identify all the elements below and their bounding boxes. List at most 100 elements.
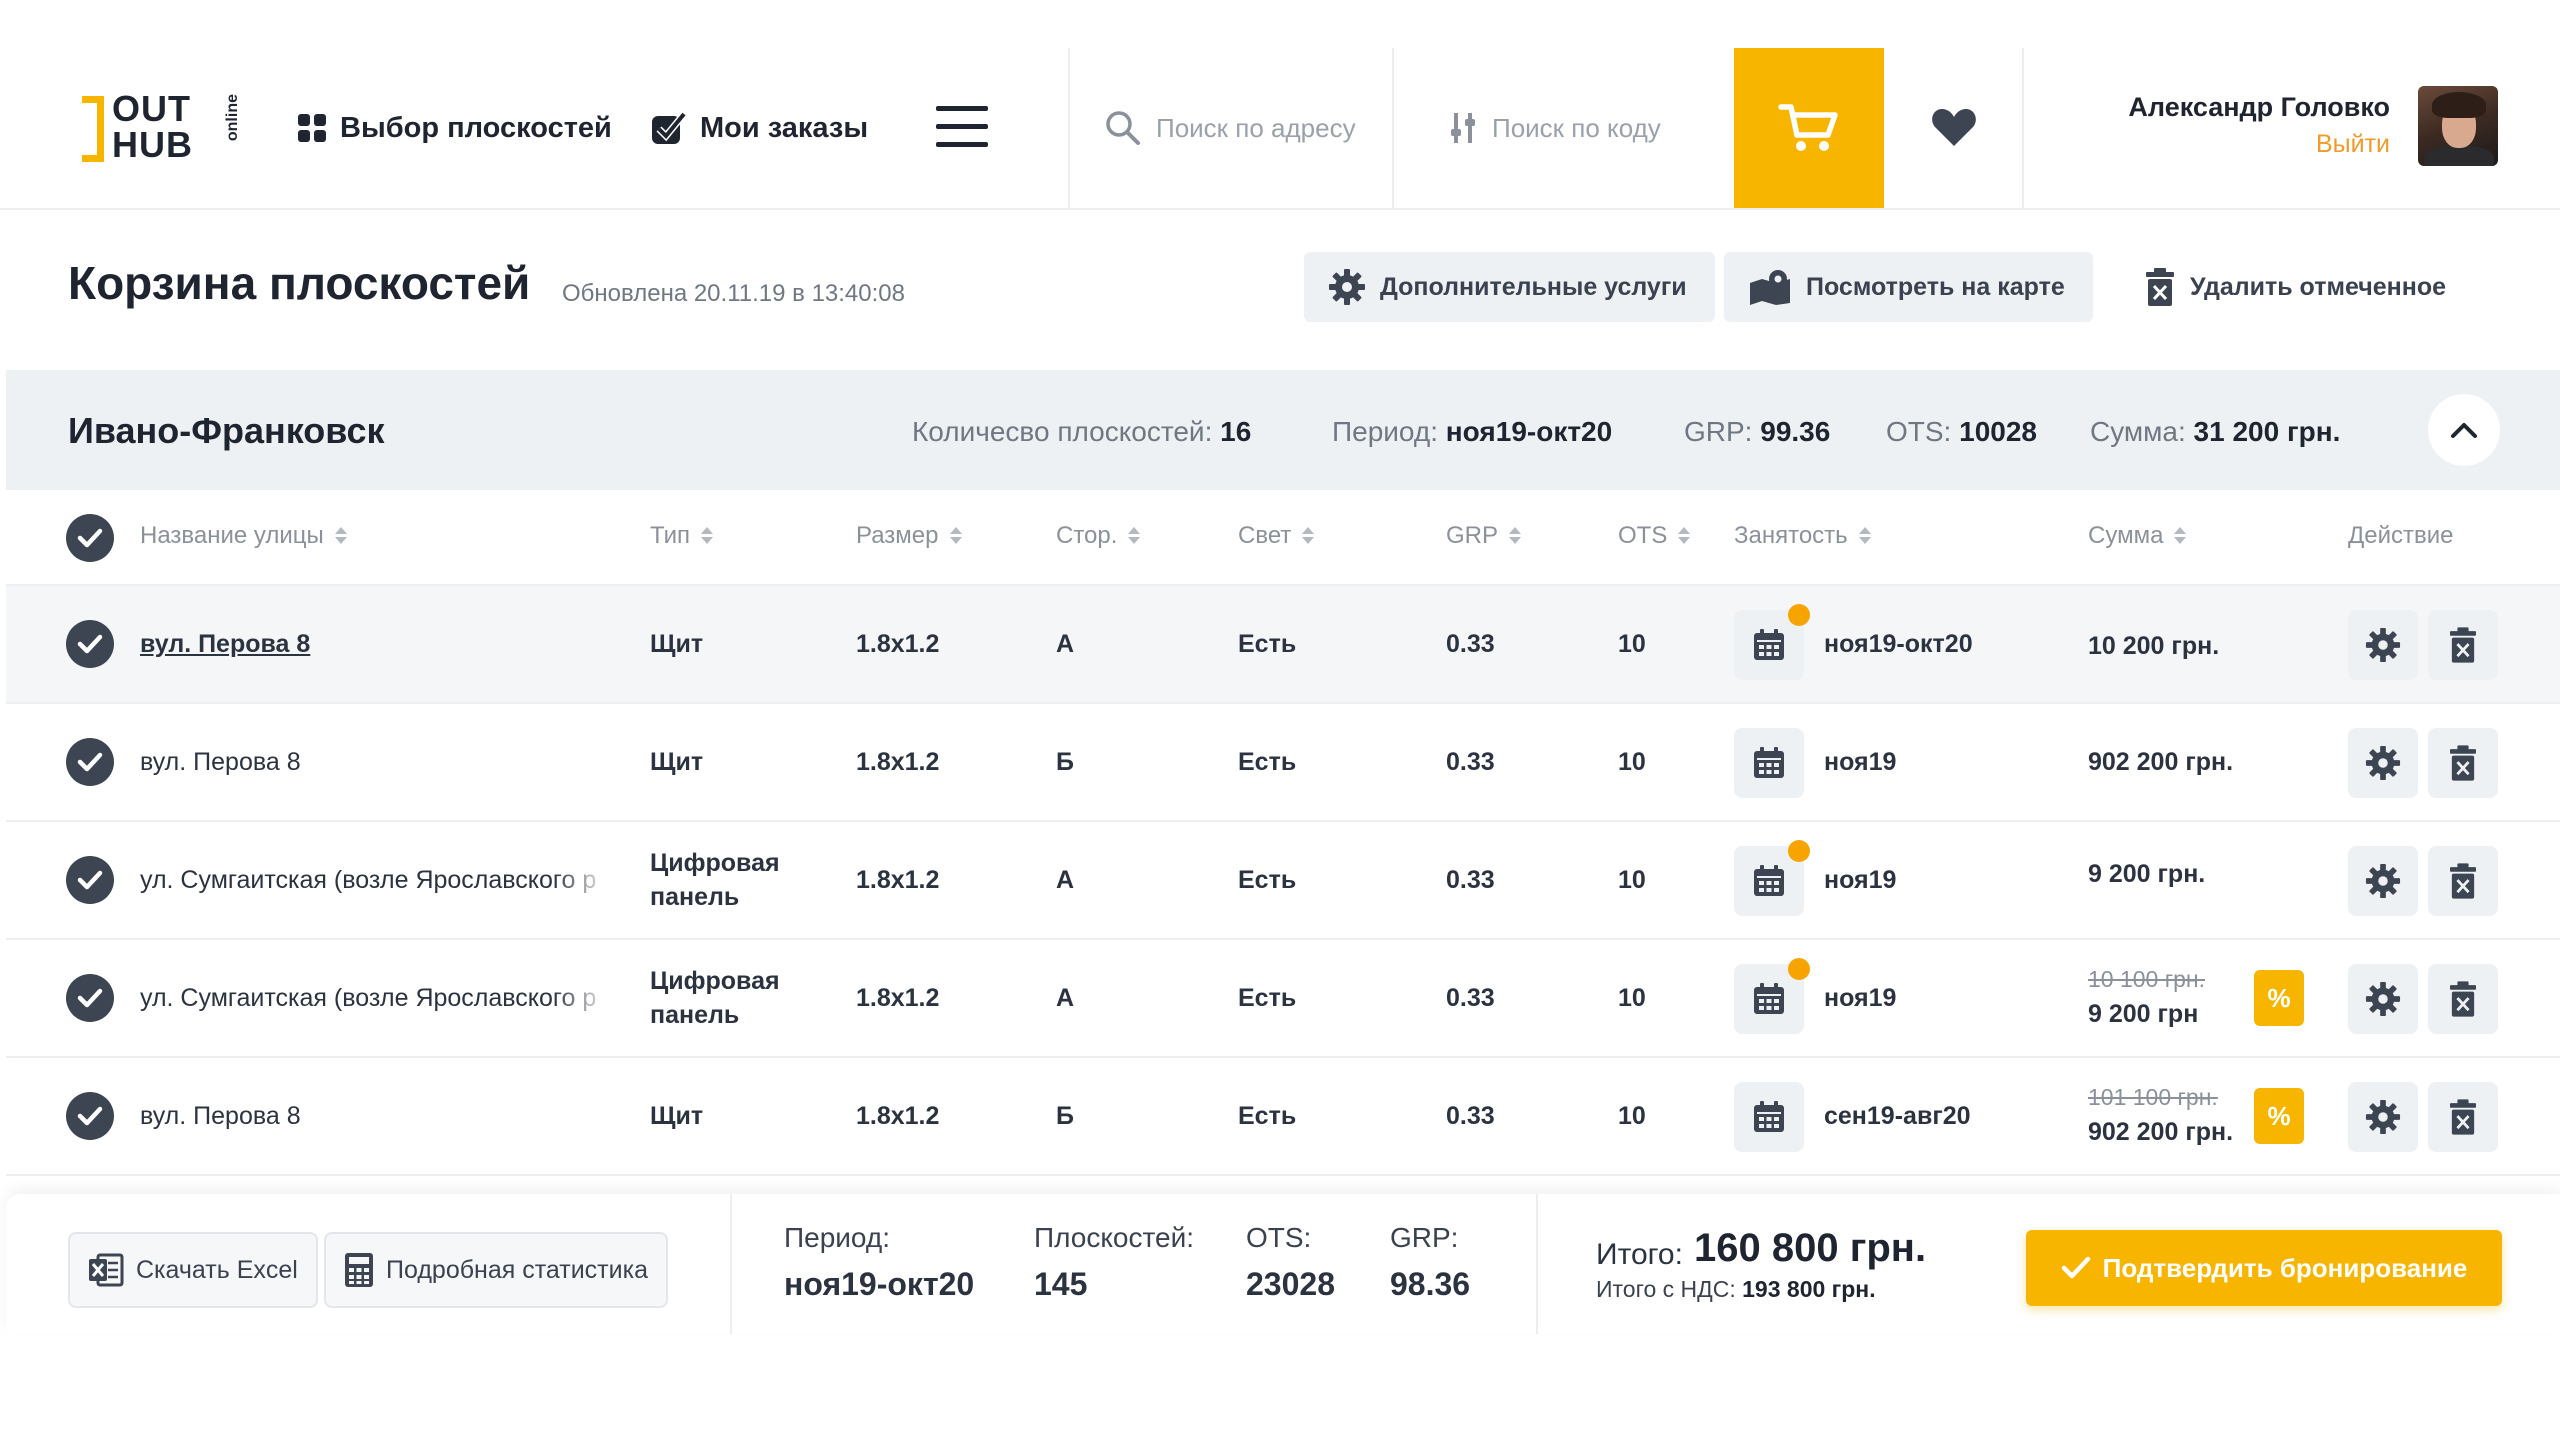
row-delete-button[interactable]	[2428, 846, 2498, 916]
gear-icon	[2365, 863, 2401, 899]
street-link[interactable]: вул. Перова 8	[140, 630, 610, 659]
check-icon	[2061, 1256, 2090, 1279]
side-cell: Б	[1056, 748, 1074, 776]
side-cell: Б	[1056, 1102, 1074, 1130]
nav-select-planes[interactable]: Выбор плоскостей	[296, 108, 612, 148]
discount-badge[interactable]: %	[2254, 1088, 2304, 1144]
chevron-up-icon	[2451, 423, 2477, 438]
heart-icon	[1932, 109, 1976, 146]
table-header: Название улицы Тип Размер Стор. Свет GRP…	[6, 490, 2560, 586]
row-delete-button[interactable]	[2428, 1082, 2498, 1152]
outhub-logo[interactable]: OUT HUB online	[82, 91, 252, 166]
favorites-button[interactable]	[1930, 106, 1978, 153]
updated-timestamp: Обновлена 20.11.19 в 13:40:08	[562, 280, 905, 307]
planes-count-stat: Количесво плоскостей: 16	[912, 416, 1252, 447]
row-delete-button[interactable]	[2428, 610, 2498, 680]
gear-icon	[2365, 981, 2401, 1017]
calendar-button[interactable]	[1734, 1082, 1804, 1152]
row-settings-button[interactable]	[2348, 964, 2418, 1034]
street-name[interactable]: вул. Перова 8	[140, 748, 610, 777]
row-checkbox[interactable]	[66, 1092, 114, 1140]
street-name[interactable]: ул. Сумгаитская (возле Ярославского р	[140, 984, 610, 1013]
collapse-button[interactable]	[2428, 394, 2500, 466]
table-row: вул. Перова 8 Щит 1.8x1.2 Б Есть 0.33 10…	[6, 704, 2560, 822]
map-pin-icon	[1750, 270, 1790, 305]
delete-selected-button[interactable]: Удалить отмеченное	[2146, 268, 2446, 306]
row-checkbox[interactable]	[66, 738, 114, 786]
nav-my-orders[interactable]: Мои заказы	[650, 108, 868, 148]
total-vat: Итого с НДС: 193 800 грн.	[1596, 1276, 1876, 1302]
city-name: Ивано-Франковск	[68, 410, 385, 451]
column-header-street[interactable]: Название улицы	[140, 522, 348, 550]
column-header-busy[interactable]: Занятость	[1734, 522, 1872, 550]
header-divider	[1068, 48, 1070, 208]
light-cell: Есть	[1238, 748, 1297, 776]
row-checkbox[interactable]	[66, 856, 114, 904]
sort-icon	[1677, 526, 1691, 546]
select-all-checkbox[interactable]	[66, 514, 114, 562]
address-search-input[interactable]: Поиск по адресу	[1104, 100, 1356, 156]
row-delete-button[interactable]	[2428, 964, 2498, 1034]
detailed-stats-button[interactable]: Подробная статистика	[324, 1232, 668, 1308]
view-on-map-label: Посмотреть на карте	[1806, 272, 2065, 301]
calendar-button[interactable]	[1734, 728, 1804, 798]
gear-icon	[2365, 627, 2401, 663]
grp-stat: GRP: 99.36	[1684, 416, 1831, 447]
side-cell: А	[1056, 630, 1075, 658]
size-cell: 1.8x1.2	[856, 866, 940, 894]
check-icon	[77, 528, 103, 548]
menu-burger-icon[interactable]	[936, 106, 988, 150]
logout-link[interactable]: Выйти	[2316, 130, 2390, 159]
row-settings-button[interactable]	[2348, 846, 2418, 916]
search-icon	[1106, 111, 1140, 145]
busy-period: ноя19	[1824, 866, 1897, 894]
calendar-icon	[1754, 983, 1784, 1014]
row-settings-button[interactable]	[2348, 728, 2418, 798]
column-header-grp[interactable]: GRP	[1446, 522, 1522, 550]
footer-grp-value: 98.36	[1390, 1266, 1471, 1302]
nav-select-planes-label: Выбор плоскостей	[340, 111, 612, 144]
app-header: OUT HUB online Выбор плоскостей Мои зака…	[0, 0, 2560, 210]
row-settings-button[interactable]	[2348, 610, 2418, 680]
row-settings-button[interactable]	[2348, 1082, 2418, 1152]
row-delete-button[interactable]	[2428, 728, 2498, 798]
avatar[interactable]	[2418, 86, 2498, 166]
column-header-ots[interactable]: OTS	[1618, 522, 1691, 550]
footer-ots-value: 23028	[1246, 1266, 1335, 1302]
delete-selected-label: Удалить отмеченное	[2190, 272, 2447, 301]
ots-cell: 10	[1618, 748, 1646, 776]
total-value: 160 800 грн.	[1694, 1226, 1927, 1270]
calendar-icon	[1754, 1101, 1784, 1132]
size-cell: 1.8x1.2	[856, 1102, 940, 1130]
row-checkbox[interactable]	[66, 620, 114, 668]
street-name[interactable]: ул. Сумгаитская (возле Ярославского р	[140, 866, 610, 895]
check-icon	[77, 634, 103, 654]
check-icon	[77, 988, 103, 1008]
sort-icon	[1858, 526, 1872, 546]
code-search-input[interactable]: Поиск по коду	[1448, 100, 1661, 156]
view-on-map-button[interactable]: Посмотреть на карте	[1724, 252, 2093, 322]
check-icon	[77, 752, 103, 772]
gear-icon	[1329, 269, 1365, 305]
busy-period: ноя19	[1824, 984, 1897, 1012]
extra-services-button[interactable]: Дополнительные услуги	[1304, 252, 1715, 322]
column-header-light[interactable]: Свет	[1238, 522, 1315, 550]
download-excel-button[interactable]: Скачать Excel	[68, 1232, 318, 1308]
old-price: 10 100 грн.	[2088, 966, 2206, 992]
trash-icon	[2450, 745, 2476, 781]
column-header-sum[interactable]: Сумма	[2088, 522, 2187, 550]
column-header-type[interactable]: Тип	[650, 522, 714, 550]
confirm-booking-button[interactable]: Подтвердить бронирование	[2026, 1230, 2502, 1306]
column-header-size[interactable]: Размер	[856, 522, 963, 550]
grp-cell: 0.33	[1446, 866, 1495, 894]
calendar-icon	[1754, 629, 1784, 660]
ots-cell: 10	[1618, 1102, 1646, 1130]
street-name[interactable]: вул. Перова 8	[140, 1102, 610, 1131]
table-row: вул. Перова 8 Щит 1.8x1.2 Б Есть 0.33 10…	[6, 1058, 2560, 1176]
table-row: вул. Перова 8 Щит 1.8x1.2 А Есть 0.33 10…	[6, 586, 2560, 704]
column-header-side[interactable]: Стор.	[1056, 522, 1141, 550]
gear-icon	[2365, 745, 2401, 781]
cart-button[interactable]	[1734, 48, 1884, 208]
discount-badge[interactable]: %	[2254, 970, 2304, 1026]
row-checkbox[interactable]	[66, 974, 114, 1022]
